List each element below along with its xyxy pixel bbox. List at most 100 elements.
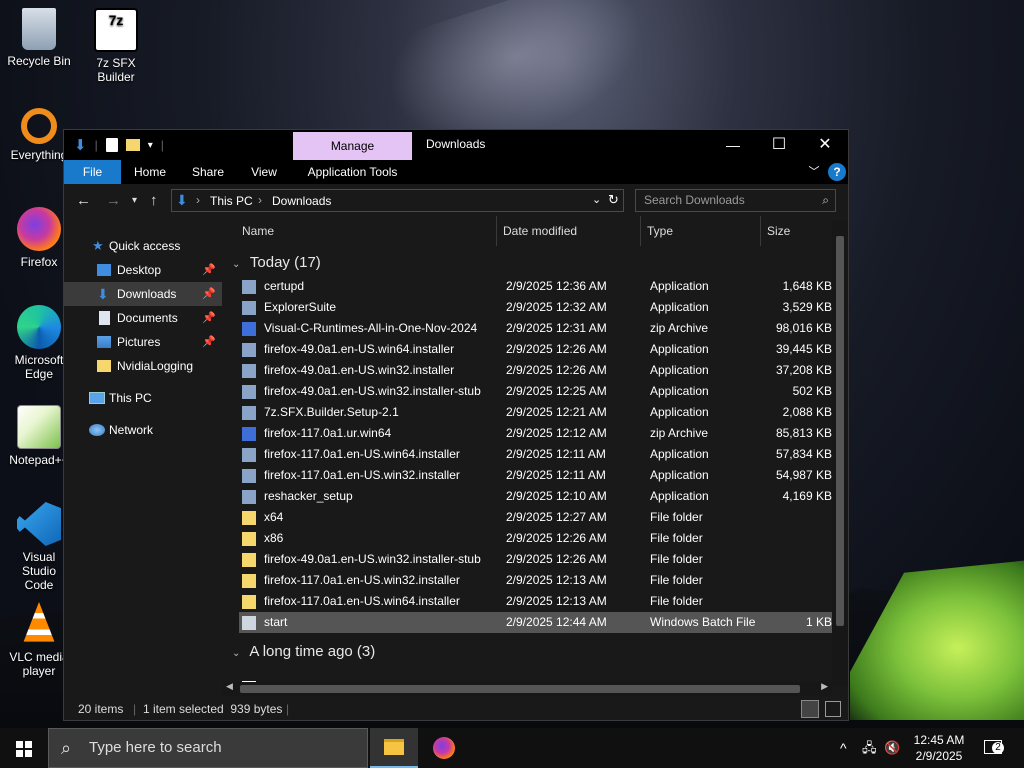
- taskbar-file-explorer[interactable]: [370, 728, 418, 768]
- close-button[interactable]: ✕: [802, 130, 848, 160]
- expand-ribbon-chevron-icon[interactable]: ﹀: [804, 160, 824, 184]
- column-header-size[interactable]: Size: [761, 216, 832, 246]
- edge-icon: [17, 305, 61, 349]
- file-name: firefox-117.0a1.en-US.win64.installer: [264, 447, 460, 461]
- tab-file[interactable]: File: [64, 160, 121, 184]
- nav-pictures[interactable]: Pictures 📌: [64, 330, 222, 354]
- scroll-left-icon[interactable]: ◀: [226, 681, 233, 692]
- everything-search-icon: [21, 108, 57, 144]
- file-row[interactable]: x64 2/9/2025 12:27 AM File folder: [239, 507, 832, 528]
- tab-view[interactable]: View: [237, 160, 291, 184]
- recent-locations-chevron-icon[interactable]: ▾: [132, 195, 137, 206]
- nav-downloads[interactable]: ⬇ Downloads 📌: [64, 282, 222, 306]
- volume-muted-icon[interactable]: 🔇: [884, 728, 900, 768]
- group-today[interactable]: ⌄ Today (17): [232, 254, 321, 271]
- file-name: x64: [264, 510, 284, 524]
- file-row[interactable]: firefox-49.0a1.en-US.win32.installer-stu…: [239, 381, 832, 402]
- nav-this-pc[interactable]: This PC: [64, 386, 222, 410]
- breadcrumb-downloads[interactable]: Downloads: [272, 194, 331, 208]
- downloads-folder-icon: ⬇: [97, 286, 109, 302]
- new-folder-icon[interactable]: [125, 139, 140, 151]
- file-row[interactable]: firefox-49.0a1.en-US.win64.installer 2/9/…: [239, 339, 832, 360]
- file-size: 1 KB: [805, 615, 832, 629]
- tab-share[interactable]: Share: [179, 160, 237, 184]
- file-row[interactable]: firefox-49.0a1.en-US.win32.installer-stu…: [239, 549, 832, 570]
- horizontal-scrollbar[interactable]: ◀ ▶: [222, 681, 832, 696]
- file-row[interactable]: Visual-C-Runtimes-All-in-One-Nov-2024 2/9…: [239, 318, 832, 339]
- up-arrow-icon[interactable]: ↑: [150, 192, 158, 209]
- file-size: 4,169 KB: [782, 489, 832, 503]
- folder-icon: [97, 360, 111, 372]
- file-row[interactable]: certupd 2/9/2025 12:36 AM Application 1,648…: [239, 276, 832, 297]
- downloads-location-icon: ⬇: [176, 192, 188, 208]
- navigation-pane: ★ Quick access Desktop 📌 ⬇ Downloads 📌 D…: [64, 216, 222, 696]
- application-icon: [242, 301, 256, 315]
- nav-network[interactable]: Network: [64, 418, 222, 442]
- desktop-folder-icon: [97, 264, 111, 276]
- taskbar-firefox[interactable]: [420, 728, 468, 768]
- star-icon: ★: [92, 238, 104, 253]
- file-row[interactable]: firefox-117.0a1.en-US.win32.installer 2/9…: [239, 570, 832, 591]
- column-header-type[interactable]: Type: [641, 216, 761, 246]
- details-view-icon[interactable]: [801, 700, 819, 718]
- download-arrow-icon[interactable]: ⬇: [74, 136, 87, 154]
- file-row[interactable]: firefox-117.0a1.en-US.win64.installer 2/9…: [239, 591, 832, 612]
- file-row[interactable]: firefox-117.0a1.en-US.win32.installer 2/9…: [239, 465, 832, 486]
- file-row[interactable]: firefox-117.0a1.ur.win64 2/9/2025 12:12 A…: [239, 423, 832, 444]
- scroll-right-icon[interactable]: ▶: [821, 681, 828, 692]
- file-date: 2/9/2025 12:12 AM: [506, 426, 607, 440]
- file-row[interactable]: 7z.SFX.Builder.Setup-2.1 2/9/2025 12:21 A…: [239, 402, 832, 423]
- tab-home[interactable]: Home: [121, 160, 179, 184]
- properties-icon[interactable]: [105, 138, 118, 152]
- chevron-down-icon[interactable]: ▾: [148, 140, 153, 151]
- nav-documents[interactable]: Documents 📌: [64, 306, 222, 330]
- clock[interactable]: 12:45 AM 2/9/2025: [903, 732, 975, 764]
- file-size: 57,834 KB: [775, 447, 832, 461]
- forward-arrow-icon[interactable]: →: [106, 192, 121, 209]
- search-downloads-input[interactable]: Search Downloads ⌕: [635, 189, 836, 212]
- vertical-scrollbar[interactable]: [832, 220, 848, 686]
- vertical-scroll-thumb[interactable]: [836, 236, 844, 626]
- taskbar-search-input[interactable]: ⌕ Type here to search: [48, 728, 368, 768]
- breadcrumb-this-pc[interactable]: This PC: [210, 194, 253, 208]
- tab-application-tools[interactable]: Application Tools: [293, 160, 412, 184]
- desktop-icon-recycle-bin[interactable]: Recycle Bin: [1, 8, 77, 68]
- maximize-button[interactable]: ☐: [756, 130, 802, 160]
- horizontal-scroll-thumb[interactable]: [240, 685, 800, 693]
- group-long-time-ago[interactable]: ⌄ A long time ago (3): [232, 643, 375, 660]
- file-type: Application: [650, 405, 709, 419]
- desktop-icon-7z-sfx-builder[interactable]: 7z 7z SFX Builder: [78, 8, 154, 84]
- refresh-icon[interactable]: ↻: [608, 192, 619, 208]
- show-hidden-icons-chevron-icon[interactable]: ^: [840, 728, 847, 768]
- address-bar[interactable]: ⬇ › This PC › Downloads ⌄ ↻: [171, 189, 624, 212]
- file-name: firefox-117.0a1.en-US.win64.installer: [264, 594, 460, 608]
- file-row[interactable]: ExplorerSuite 2/9/2025 12:32 AM Applicatio…: [239, 297, 832, 318]
- file-row[interactable]: firefox-49.0a1.en-US.win32.installer 2/9/…: [239, 360, 832, 381]
- tab-manage[interactable]: Manage: [293, 132, 412, 160]
- file-name: reshacker_setup: [264, 489, 353, 503]
- file-name: Visual-C-Runtimes-All-in-One-Nov-2024: [264, 321, 478, 335]
- network-tray-icon[interactable]: 🖧: [862, 728, 877, 768]
- nav-nvidialogging[interactable]: NvidiaLogging: [64, 354, 222, 378]
- file-row[interactable]: firefox-117.0a1.en-US.win64.installer 2/9…: [239, 444, 832, 465]
- file-row[interactable]: reshacker_setup 2/9/2025 12:10 AM Applicat…: [239, 486, 832, 507]
- back-arrow-icon[interactable]: ←: [76, 192, 91, 209]
- zip-archive-icon: [242, 427, 256, 441]
- help-icon[interactable]: ?: [828, 163, 846, 181]
- file-date: 2/9/2025 12:26 AM: [506, 531, 607, 545]
- nav-quick-access[interactable]: ★ Quick access: [64, 234, 222, 258]
- column-header-name[interactable]: Name: [236, 216, 497, 246]
- start-button[interactable]: [0, 728, 48, 768]
- nav-desktop[interactable]: Desktop 📌: [64, 258, 222, 282]
- address-history-chevron-icon[interactable]: ⌄: [592, 193, 601, 206]
- large-icons-view-icon[interactable]: [825, 701, 841, 717]
- application-icon: [242, 448, 256, 462]
- clock-time: 12:45 AM: [913, 733, 965, 747]
- minimize-button[interactable]: —: [710, 130, 756, 160]
- file-row[interactable]: start 2/9/2025 12:44 AM Windows Batch File…: [239, 612, 832, 633]
- column-header-date-modified[interactable]: Date modified: [497, 216, 641, 246]
- file-row[interactable]: x86 2/9/2025 12:26 AM File folder: [239, 528, 832, 549]
- file-name: firefox-49.0a1.en-US.win32.installer-stu…: [264, 552, 481, 566]
- file-size: 39,445 KB: [775, 342, 832, 356]
- notification-center-button[interactable]: 2: [982, 738, 1006, 758]
